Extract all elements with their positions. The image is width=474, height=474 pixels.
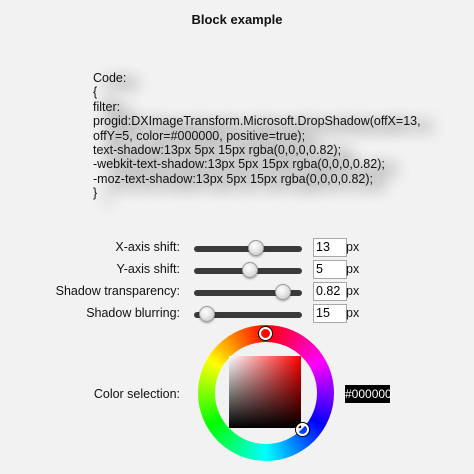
blur-unit: px <box>346 306 360 320</box>
page-title: Block example <box>191 12 283 27</box>
blur-row: Shadow blurring: px <box>0 304 474 324</box>
blur-input[interactable] <box>313 304 347 323</box>
x-shift-input[interactable] <box>313 238 347 257</box>
code-line: -moz-text-shadow:13px 5px 15px rgba(0,0,… <box>93 171 374 186</box>
transparency-slider-thumb[interactable] <box>274 284 291 300</box>
transparency-input[interactable] <box>313 282 347 301</box>
code-line: { <box>93 85 98 100</box>
x-shift-row: X-axis shift: px <box>0 238 474 258</box>
transparency-label: Shadow transparency: <box>55 284 180 298</box>
code-block: Code: { filter: progid:DXImageTransform.… <box>93 71 421 201</box>
x-shift-unit: px <box>346 240 360 254</box>
code-line: -webkit-text-shadow:13px 5px 15px rgba(0… <box>93 157 385 172</box>
color-hex-value[interactable]: #000000 <box>345 385 392 403</box>
code-line: progid:DXImageTransform.Microsoft.DropSh… <box>93 114 421 129</box>
y-shift-input[interactable] <box>313 260 347 279</box>
transparency-unit: px <box>346 284 360 298</box>
y-shift-label: Y-axis shift: <box>116 262 180 276</box>
color-wheel-picker[interactable] <box>198 325 334 461</box>
blur-label: Shadow blurring: <box>86 306 180 320</box>
saturation-value-square[interactable] <box>229 356 301 428</box>
transparency-row: Shadow transparency: px <box>0 282 474 302</box>
hue-marker[interactable] <box>259 327 272 340</box>
color-marker[interactable] <box>296 423 309 436</box>
x-shift-slider-thumb[interactable] <box>247 240 264 256</box>
code-line: text-shadow:13px 5px 15px rgba(0,0,0,0.8… <box>93 143 342 158</box>
code-line: filter: <box>93 99 121 114</box>
y-shift-unit: px <box>346 262 360 276</box>
y-shift-row: Y-axis shift: px <box>0 260 474 280</box>
blur-slider-thumb[interactable] <box>198 306 215 322</box>
y-shift-slider-thumb[interactable] <box>242 262 259 278</box>
code-line: offY=5, color=#000000, positive=true); <box>93 128 306 143</box>
code-line: } <box>93 186 98 201</box>
code-line: Code: <box>93 71 127 85</box>
x-shift-label: X-axis shift: <box>115 240 180 254</box>
color-selection-label: Color selection: <box>93 387 180 401</box>
